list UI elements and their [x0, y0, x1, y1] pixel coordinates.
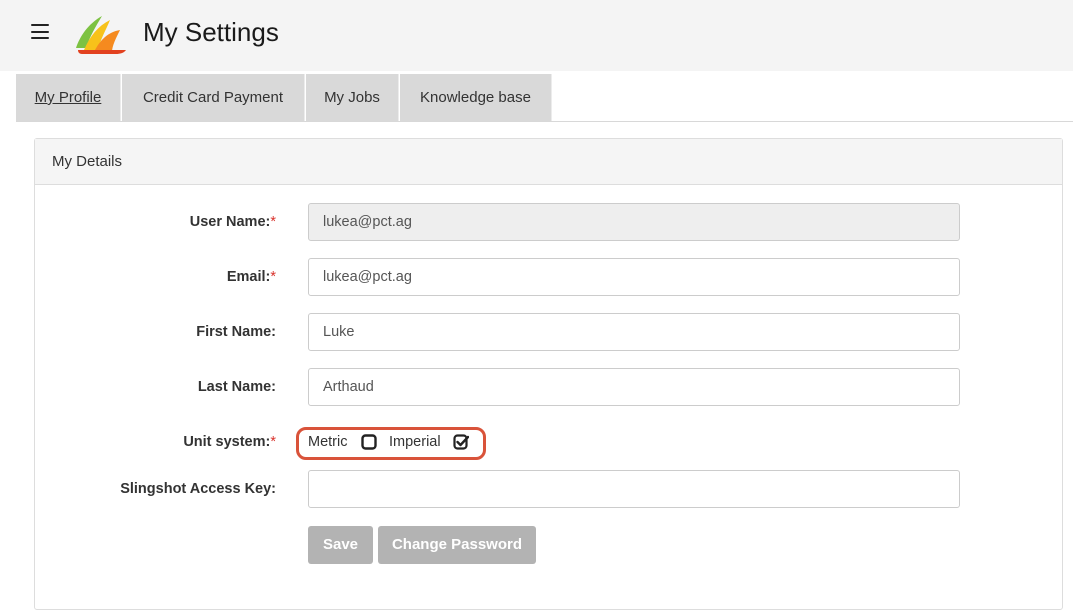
- my-details-panel: My Details User Name:* Email:* First Nam…: [34, 138, 1063, 610]
- tab-credit-card-payment[interactable]: Credit Card Payment: [122, 74, 305, 121]
- change-password-button[interactable]: Change Password: [378, 526, 536, 564]
- tab-my-jobs[interactable]: My Jobs: [306, 74, 399, 121]
- unit-system-label: Unit system:*: [183, 423, 276, 461]
- tab-label: My Profile: [34, 89, 102, 106]
- tab-label: My Jobs: [324, 89, 380, 106]
- required-marker: *: [270, 434, 276, 450]
- app-logo: [76, 16, 126, 54]
- required-marker: *: [270, 269, 276, 285]
- hamburger-menu-icon[interactable]: [31, 24, 49, 40]
- email-row: Email:*: [35, 258, 1064, 296]
- username-label-text: User Name:: [189, 214, 271, 230]
- username-label: User Name:*: [190, 203, 276, 241]
- page-title: My Settings: [143, 17, 279, 47]
- last-name-label: Last Name:: [197, 379, 276, 395]
- slingshot-key-row: Slingshot Access Key:: [35, 470, 1064, 508]
- first-name-field[interactable]: [308, 313, 960, 351]
- email-field[interactable]: [308, 258, 960, 296]
- last-name-row: Last Name:: [35, 368, 1064, 406]
- unit-system-highlight: [296, 427, 486, 460]
- username-field[interactable]: [308, 203, 960, 241]
- first-name-row: First Name:: [35, 313, 1064, 351]
- slingshot-access-key-field[interactable]: [308, 470, 960, 508]
- tab-label: Knowledge base: [420, 89, 531, 106]
- top-header: My Settings: [0, 0, 1073, 71]
- email-label: Email:*: [227, 258, 276, 296]
- unit-system-row: Unit system:* Metric Imperial: [35, 423, 1064, 461]
- email-label-text: Email:: [226, 269, 271, 285]
- tab-label: Credit Card Payment: [142, 89, 284, 106]
- unit-system-label-text: Unit system:: [183, 434, 271, 450]
- required-marker: *: [270, 214, 276, 230]
- panel-title: My Details: [35, 139, 1062, 185]
- tab-knowledge-base[interactable]: Knowledge base: [400, 74, 552, 121]
- last-name-field[interactable]: [308, 368, 960, 406]
- tab-bar: My Profile Credit Card Payment My Jobs K…: [16, 74, 1073, 122]
- slingshot-key-label: Slingshot Access Key:: [120, 481, 276, 497]
- save-button[interactable]: Save: [308, 526, 373, 564]
- tab-my-profile[interactable]: My Profile: [16, 74, 121, 121]
- first-name-label: First Name:: [196, 324, 276, 340]
- username-row: User Name:*: [35, 203, 1064, 241]
